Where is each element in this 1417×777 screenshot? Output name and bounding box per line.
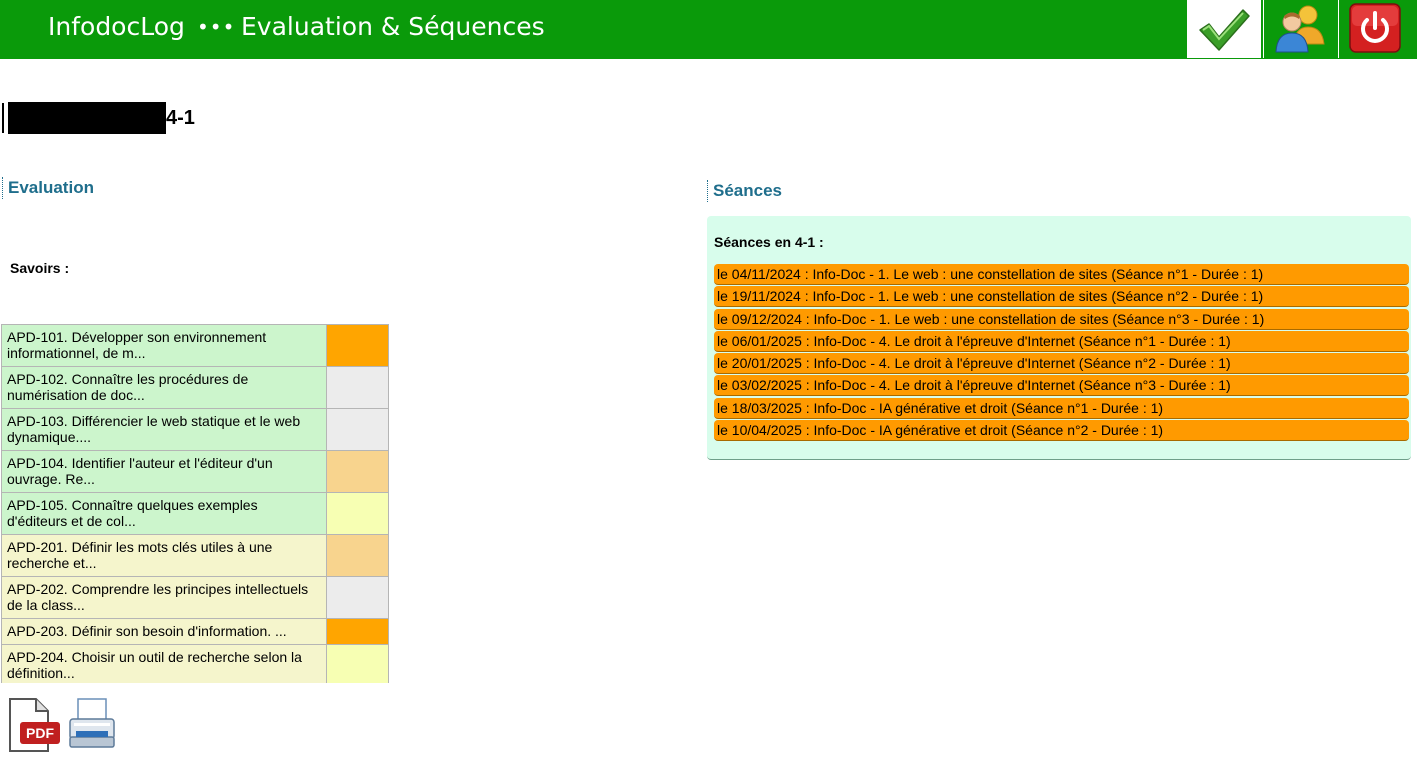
seance-item[interactable]: le 06/01/2025 : Info-Doc - 4. Le droit à…	[714, 330, 1409, 352]
print-button[interactable]	[64, 697, 120, 753]
skill-row: APD-204. Choisir un outil de recherche s…	[1, 644, 389, 683]
seance-item[interactable]: le 09/12/2024 : Info-Doc - 1. Le web : u…	[714, 308, 1409, 330]
skill-label: APD-204. Choisir un outil de recherche s…	[2, 645, 327, 683]
top-bar: InfodocLog ••• Evaluation & Séquences	[0, 0, 1417, 59]
skill-label: APD-203. Définir son besoin d'informatio…	[2, 619, 327, 644]
heading-marker	[2, 103, 4, 133]
evaluation-title: Evaluation	[2, 177, 94, 199]
seance-item[interactable]: le 04/11/2024 : Info-Doc - 1. Le web : u…	[714, 264, 1409, 285]
validate-button[interactable]	[1187, 0, 1261, 58]
skill-level-cell[interactable]	[327, 535, 388, 576]
seances-heading: Séances en 4-1 :	[714, 234, 824, 250]
skill-label: APD-102. Connaître les procédures de num…	[2, 367, 327, 408]
skill-row: APD-103. Différencier le web statique et…	[1, 408, 389, 450]
skill-label: APD-202. Comprendre les principes intell…	[2, 577, 327, 618]
app-title[interactable]: InfodocLog	[48, 10, 185, 44]
skill-level-cell[interactable]	[327, 451, 388, 492]
seance-item[interactable]: le 10/04/2025 : Info-Doc - IA générative…	[714, 420, 1409, 442]
seances-panel: Séances en 4-1 : le 04/11/2024 : Info-Do…	[707, 216, 1411, 460]
users-icon	[1275, 5, 1325, 53]
class-name: 4-1	[166, 106, 195, 129]
printer-icon	[69, 698, 115, 748]
skill-row: APD-201. Définir les mots clés utiles à …	[1, 534, 389, 576]
skill-level-cell[interactable]	[327, 409, 388, 450]
skill-row: APD-105. Connaître quelques exemples d'é…	[1, 492, 389, 534]
skill-row: APD-202. Comprendre les principes intell…	[1, 576, 389, 618]
pdf-icon-label: PDF	[26, 725, 54, 741]
users-button[interactable]	[1263, 0, 1338, 58]
seance-item[interactable]: le 19/11/2024 : Info-Doc - 1. Le web : u…	[714, 286, 1409, 308]
skill-label: APD-101. Développer son environnement in…	[2, 325, 327, 366]
seance-item[interactable]: le 20/01/2025 : Info-Doc - 4. Le droit à…	[714, 353, 1409, 375]
skill-level-cell[interactable]	[327, 619, 388, 644]
skills-table: APD-101. Développer son environnement in…	[1, 324, 389, 683]
seance-list: le 04/11/2024 : Info-Doc - 1. Le web : u…	[714, 264, 1409, 442]
pdf-icon: PDF	[9, 698, 60, 752]
skill-level-cell[interactable]	[327, 325, 388, 366]
seance-item[interactable]: le 18/03/2025 : Info-Doc - IA générative…	[714, 397, 1409, 419]
pdf-export-button[interactable]: PDF	[6, 697, 62, 753]
logout-button[interactable]	[1338, 0, 1417, 58]
seances-title: Séances	[707, 180, 782, 202]
skill-row: APD-102. Connaître les procédures de num…	[1, 366, 389, 408]
skill-label: APD-103. Différencier le web statique et…	[2, 409, 327, 450]
redacted-block	[8, 102, 166, 134]
check-icon	[1199, 9, 1250, 51]
class-heading: 4-1	[2, 102, 195, 134]
skill-level-cell[interactable]	[327, 367, 388, 408]
skill-row: APD-203. Définir son besoin d'informatio…	[1, 618, 389, 644]
skill-label: APD-105. Connaître quelques exemples d'é…	[2, 493, 327, 534]
skill-level-cell[interactable]	[327, 493, 388, 534]
page-title: Evaluation & Séquences	[241, 12, 545, 41]
skill-label: APD-201. Définir les mots clés utiles à …	[2, 535, 327, 576]
title-separator: •••	[197, 15, 236, 39]
skill-row: APD-104. Identifier l'auteur et l'éditeu…	[1, 450, 389, 492]
savoirs-label: Savoirs :	[10, 260, 70, 276]
skill-row: APD-101. Développer son environnement in…	[1, 324, 389, 366]
skill-label: APD-104. Identifier l'auteur et l'éditeu…	[2, 451, 327, 492]
skill-level-cell[interactable]	[327, 577, 388, 618]
seance-item[interactable]: le 03/02/2025 : Info-Doc - 4. Le droit à…	[714, 375, 1409, 397]
power-icon	[1349, 3, 1401, 53]
skill-level-cell[interactable]	[327, 645, 388, 683]
